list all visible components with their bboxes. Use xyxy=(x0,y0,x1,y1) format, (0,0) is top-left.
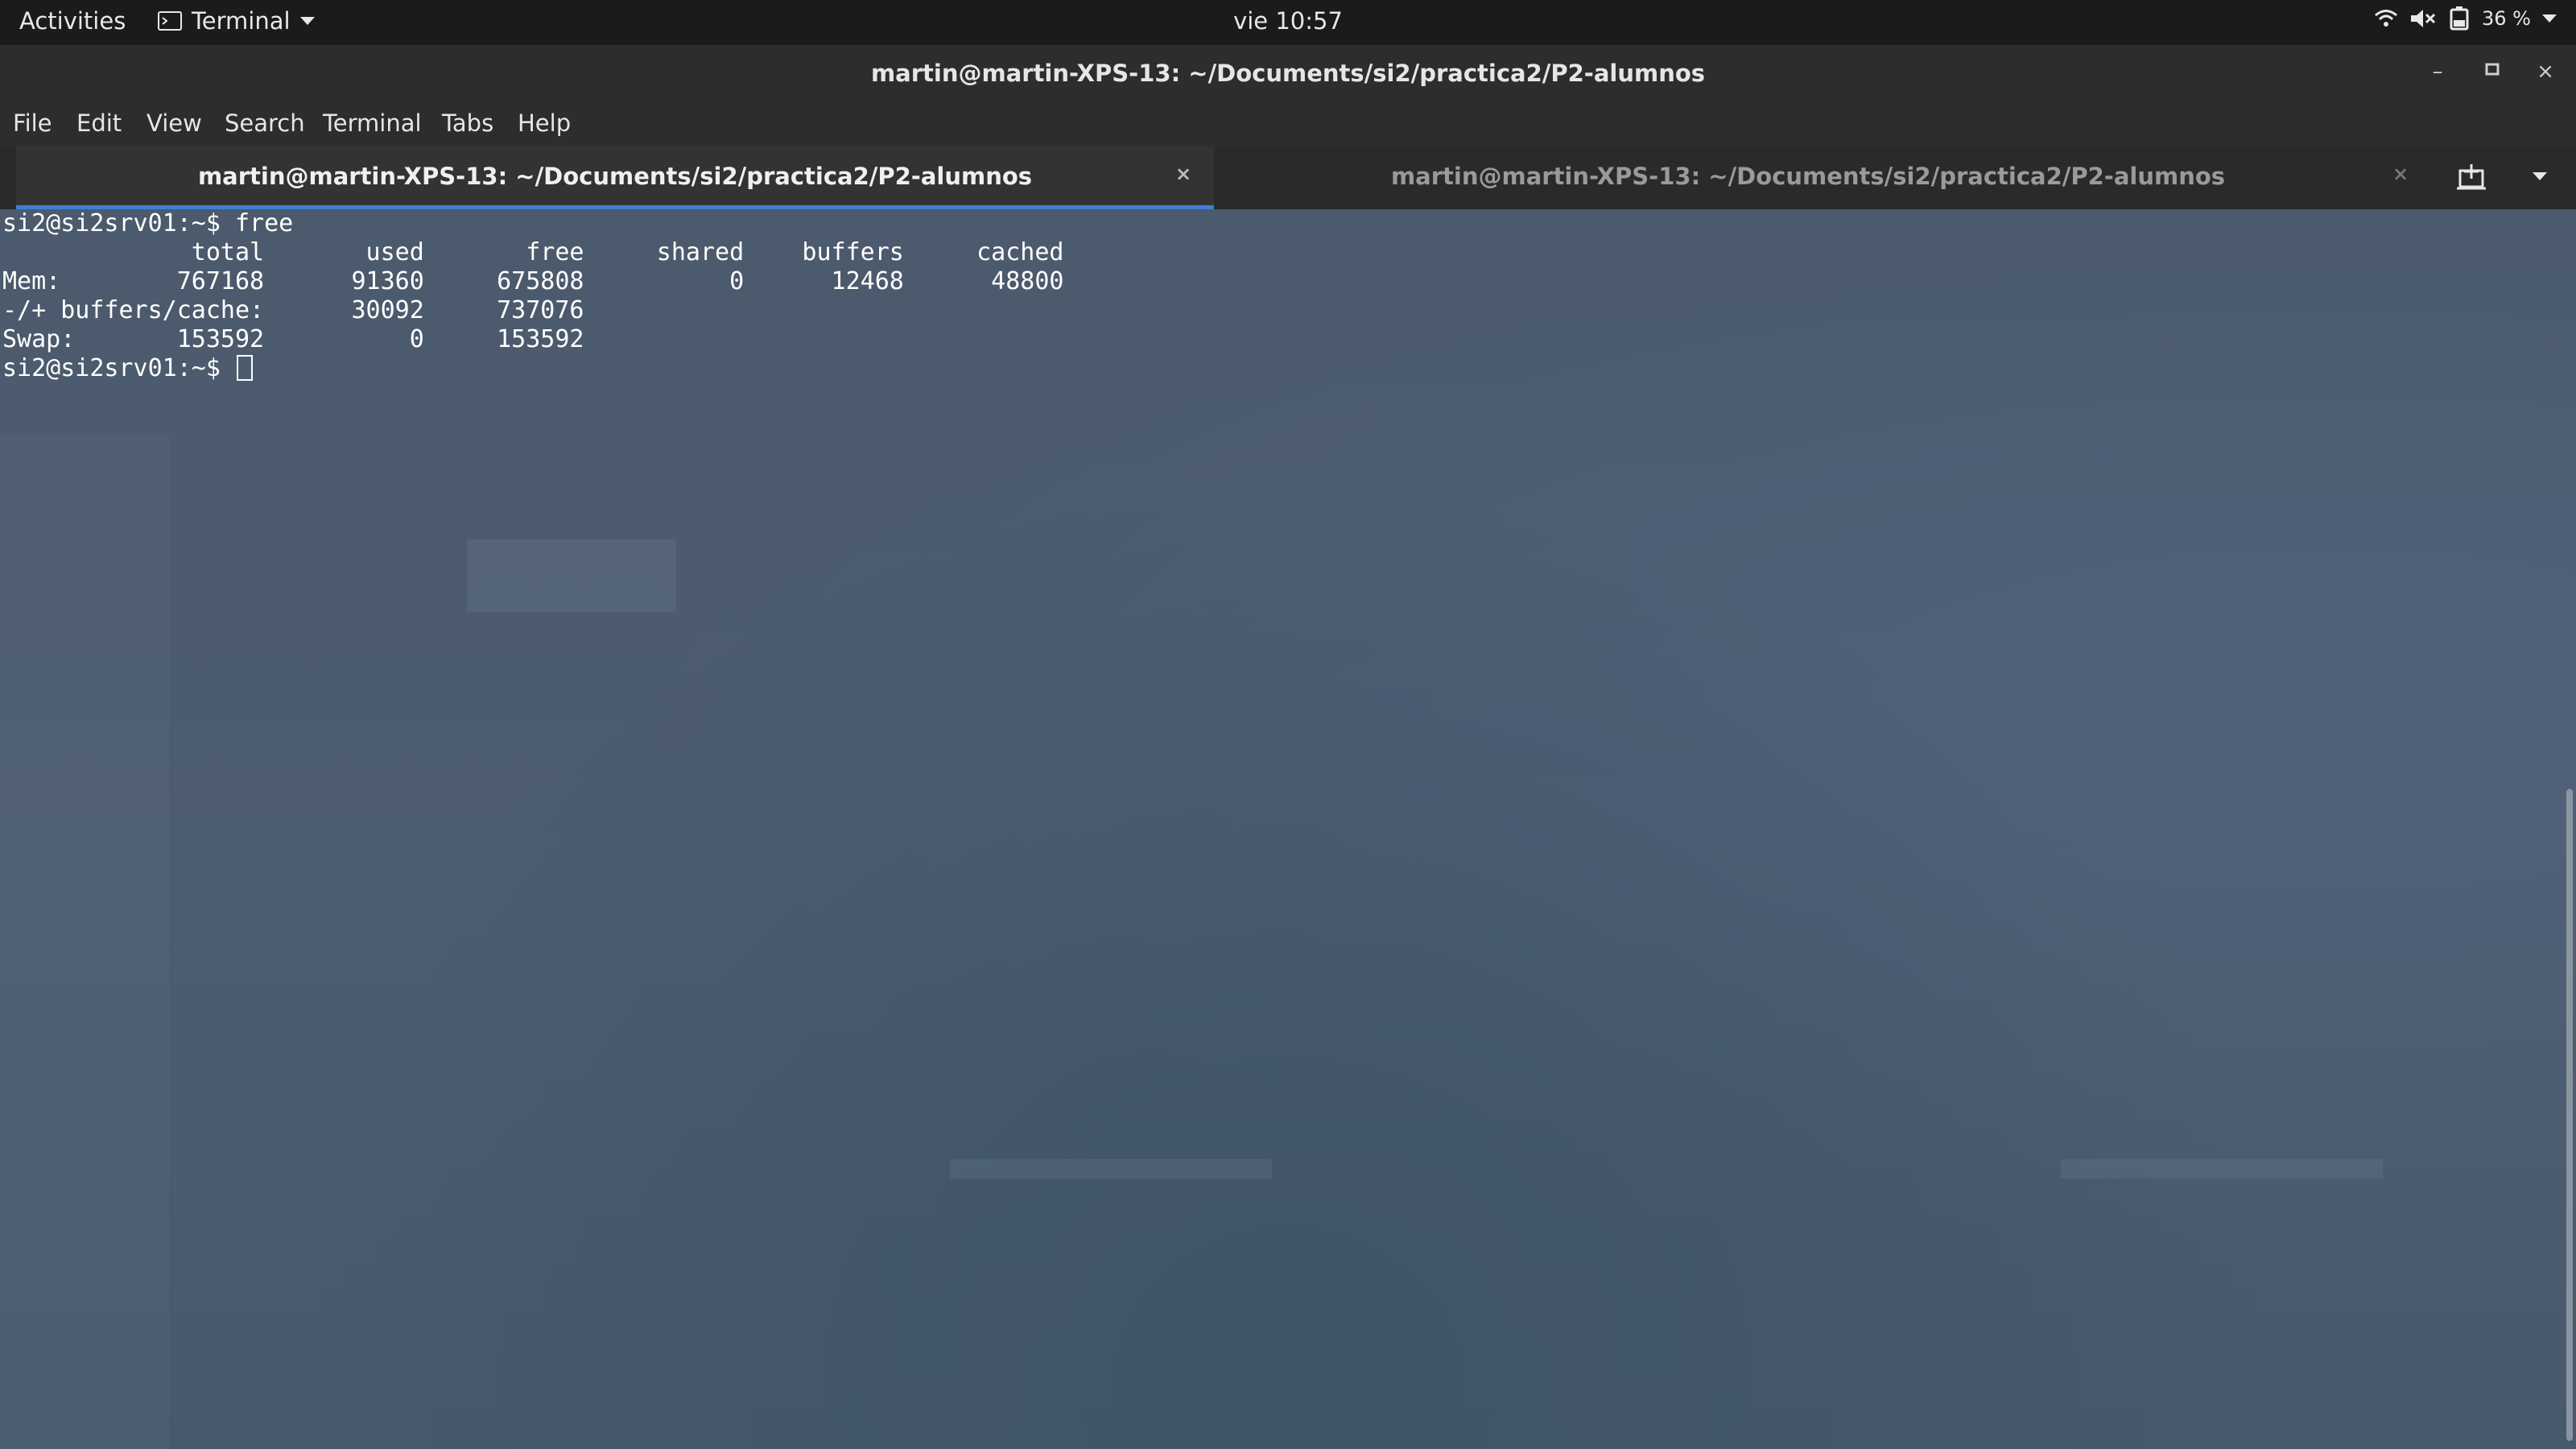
window-title: martin@martin-XPS-13: ~/Documents/si2/pr… xyxy=(870,60,1706,87)
terminal-line: -/+ buffers/cache: 30092 737076 xyxy=(2,296,584,324)
app-menu[interactable]: Terminal xyxy=(158,7,315,35)
terminal-line: si2@si2srv01:~$ free xyxy=(2,209,294,237)
menu-search[interactable]: Search xyxy=(225,109,305,137)
terminal-line: total used free shared buffers cached xyxy=(2,238,1064,266)
tab-bar: martin@martin-XPS-13: ~/Documents/si2/pr… xyxy=(0,147,2576,209)
new-tab-icon[interactable] xyxy=(2455,161,2489,195)
background-artifact xyxy=(0,435,169,1449)
top-bar: Activities Terminal vie 10:57 36 % xyxy=(0,0,2576,45)
scrollbar-thumb[interactable] xyxy=(2566,789,2573,1441)
volume-muted-icon xyxy=(2411,10,2436,27)
terminal-icon xyxy=(158,11,182,31)
window-title-bar[interactable]: martin@martin-XPS-13: ~/Documents/si2/pr… xyxy=(0,45,2576,101)
terminal-line: Swap: 153592 0 153592 xyxy=(2,325,584,353)
tab-label: martin@martin-XPS-13: ~/Documents/si2/pr… xyxy=(1390,163,2226,190)
battery-level: 36 % xyxy=(2482,7,2531,30)
tab-2[interactable]: martin@martin-XPS-13: ~/Documents/si2/pr… xyxy=(1214,147,2409,209)
close-window-button[interactable]: × xyxy=(2529,60,2562,85)
tab-label: martin@martin-XPS-13: ~/Documents/si2/pr… xyxy=(197,163,1033,190)
text-cursor xyxy=(236,355,253,381)
menu-help[interactable]: Help xyxy=(518,109,571,137)
menu-terminal[interactable]: Terminal xyxy=(323,109,422,137)
terminal-view[interactable]: si2@si2srv01:~$ free total used free sha… xyxy=(0,209,2576,1449)
menu-view[interactable]: View xyxy=(147,109,202,137)
background-artifact xyxy=(950,1159,1272,1179)
menu-edit[interactable]: Edit xyxy=(76,109,122,137)
wifi-icon xyxy=(2375,10,2397,27)
terminal-prompt: si2@si2srv01:~$ xyxy=(2,354,235,382)
chevron-down-icon xyxy=(299,17,315,25)
terminal-line: Mem: 767168 91360 675808 0 12468 48800 xyxy=(2,267,1064,295)
background-artifact xyxy=(2061,1159,2383,1179)
system-menu[interactable]: 36 % xyxy=(2374,6,2557,31)
tab-close-button[interactable]: × xyxy=(1175,163,1191,185)
maximize-icon xyxy=(2485,63,2500,76)
tab-close-button[interactable]: × xyxy=(2392,163,2409,185)
tab-1[interactable]: martin@martin-XPS-13: ~/Documents/si2/pr… xyxy=(16,147,1214,209)
battery-icon xyxy=(2450,6,2469,31)
menu-bar: File Edit View Search Terminal Tabs Help xyxy=(0,101,2576,147)
terminal-output: si2@si2srv01:~$ free total used free sha… xyxy=(2,209,1064,383)
chevron-down-icon xyxy=(2542,14,2557,23)
minimize-button[interactable]: – xyxy=(2421,60,2454,85)
menu-file[interactable]: File xyxy=(13,109,52,137)
activities-button[interactable]: Activities xyxy=(19,7,126,35)
clock[interactable]: vie 10:57 xyxy=(1208,7,1368,35)
scrollbar-track[interactable] xyxy=(2555,209,2576,1449)
menu-tabs[interactable]: Tabs xyxy=(442,109,493,137)
background-artifact xyxy=(467,539,676,612)
tabs-menu-icon[interactable] xyxy=(2533,172,2547,180)
app-menu-label: Terminal xyxy=(192,7,291,35)
maximize-button[interactable] xyxy=(2476,60,2508,85)
